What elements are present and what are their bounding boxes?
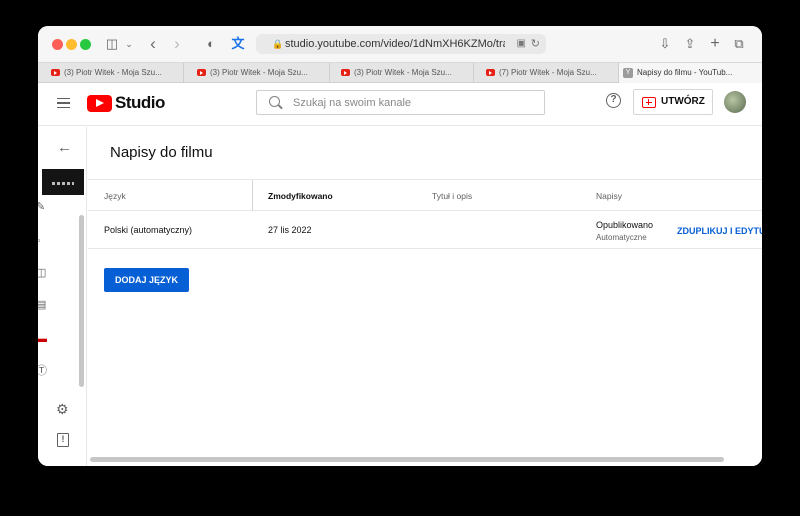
browser-tab[interactable]: (3) Piotr Witek - Moja Szu... <box>336 63 474 83</box>
help-icon[interactable]: ? <box>606 93 621 108</box>
share-icon[interactable]: ⇪ <box>683 35 697 53</box>
column-modified[interactable]: Zmodyfikowano <box>268 191 333 201</box>
create-button[interactable]: UTWÓRZ <box>633 89 713 115</box>
column-subtitles[interactable]: Napisy <box>596 191 622 201</box>
tab-label: (7) Piotr Witek - Moja Szu... <box>499 68 597 77</box>
tab-strip: (3) Piotr Witek - Moja Szu... (3) Piotr … <box>38 62 762 83</box>
comments-icon[interactable]: ▤ <box>38 299 48 311</box>
column-language[interactable]: Język <box>104 191 126 201</box>
tab-label: (3) Piotr Witek - Moja Szu... <box>210 68 308 77</box>
studio-favicon-icon: Y <box>623 68 633 78</box>
download-icon[interactable]: ⇩ <box>658 35 672 53</box>
youtube-favicon-icon <box>486 69 495 76</box>
browser-tab[interactable]: (3) Piotr Witek - Moja Szu... <box>46 63 184 83</box>
back-arrow-icon[interactable]: ← <box>57 139 72 156</box>
zoom-window-button[interactable] <box>80 39 91 50</box>
browser-tab[interactable]: (7) Piotr Witek - Moja Szu... <box>481 63 619 83</box>
tab-label: (3) Piotr Witek - Moja Szu... <box>354 68 452 77</box>
edit-pencil-icon[interactable]: ✎ <box>38 201 48 213</box>
new-tab-icon[interactable]: + <box>708 35 722 53</box>
row-status-sub: Automatyczne <box>596 233 647 242</box>
page-title: Napisy do filmu <box>110 144 213 161</box>
video-thumbnail[interactable] <box>42 169 84 195</box>
add-language-button[interactable]: DODAJ JĘZYK <box>104 268 189 292</box>
youtube-logo-icon[interactable] <box>87 95 112 112</box>
tab-label: Napisy do filmu - YouTub... <box>637 68 733 77</box>
search-icon <box>269 96 280 107</box>
browser-window: ◫ ⌄ ‹ › ◐ 文 🔒 studio.youtube.com/video/1… <box>38 26 762 466</box>
avatar[interactable] <box>724 91 746 113</box>
monetization-icon[interactable]: Ⓣ <box>38 365 48 377</box>
tab-overview-icon[interactable]: ⧉ <box>732 35 746 53</box>
tab-label: (3) Piotr Witek - Moja Szu... <box>64 68 162 77</box>
youtube-favicon-icon <box>51 69 60 76</box>
studio-header: Studio ? UTWÓRZ <box>38 84 762 126</box>
address-bar[interactable]: 🔒 studio.youtube.com/video/1dNmXH6KZMo/t… <box>256 34 546 54</box>
editor-icon[interactable]: ◫ <box>38 267 48 279</box>
row-modified: 27 lis 2022 <box>268 225 312 235</box>
forward-icon[interactable]: › <box>170 35 184 53</box>
youtube-favicon-icon <box>197 69 206 76</box>
close-window-button[interactable] <box>52 39 63 50</box>
page-translate-icon[interactable]: ▣ <box>517 34 526 54</box>
channel-search[interactable] <box>256 90 545 115</box>
browser-tab-active[interactable]: Y Napisy do filmu - YouTub... <box>619 63 762 83</box>
row-status: Opublikowano <box>596 220 654 230</box>
shield-icon[interactable]: ◐ <box>204 35 218 53</box>
reload-icon[interactable]: ↻ <box>531 34 540 54</box>
create-video-icon <box>642 97 656 108</box>
sidebar-toggle-icon[interactable]: ◫ <box>104 35 120 53</box>
studio-logo-text[interactable]: Studio <box>115 93 165 113</box>
minimize-window-button[interactable] <box>66 39 77 50</box>
analytics-icon[interactable]: ▫ <box>38 235 48 247</box>
horizontal-scrollbar[interactable] <box>90 457 724 462</box>
translate-icon[interactable]: 文 <box>230 35 246 53</box>
subtitles-icon[interactable]: ▬ <box>38 333 48 345</box>
table-header: Język Zmodyfikowano Tytuł i opis Napisy <box>88 179 762 211</box>
back-icon[interactable]: ‹ <box>146 35 160 53</box>
main-content: Napisy do filmu Język Zmodyfikowano Tytu… <box>88 127 762 466</box>
chevron-down-icon[interactable]: ⌄ <box>124 35 134 53</box>
sidebar: ← ✎ ▫ ◫ ▤ ▬ Ⓣ ⚙ ! <box>38 127 87 466</box>
browser-toolbar: ◫ ⌄ ‹ › ◐ 文 🔒 studio.youtube.com/video/1… <box>38 26 762 62</box>
table-row: Polski (automatyczny) 27 lis 2022 Opubli… <box>88 212 762 249</box>
column-divider <box>252 180 253 211</box>
search-input[interactable] <box>293 94 533 112</box>
feedback-icon[interactable]: ! <box>57 433 69 447</box>
lock-icon: 🔒 <box>272 39 284 49</box>
gear-icon[interactable]: ⚙ <box>56 401 69 418</box>
sidebar-scrollbar[interactable] <box>79 215 84 387</box>
menu-icon[interactable] <box>57 98 70 108</box>
row-language: Polski (automatyczny) <box>104 225 193 235</box>
browser-tab[interactable]: (3) Piotr Witek - Moja Szu... <box>192 63 330 83</box>
create-label: UTWÓRZ <box>661 96 705 107</box>
url-text: studio.youtube.com/video/1dNmXH6KZMo/tra… <box>285 38 505 50</box>
column-title-description[interactable]: Tytuł i opis <box>432 191 472 201</box>
duplicate-edit-button[interactable]: ZDUPLIKUJ I EDYTUJ <box>677 226 762 236</box>
youtube-favicon-icon <box>341 69 350 76</box>
